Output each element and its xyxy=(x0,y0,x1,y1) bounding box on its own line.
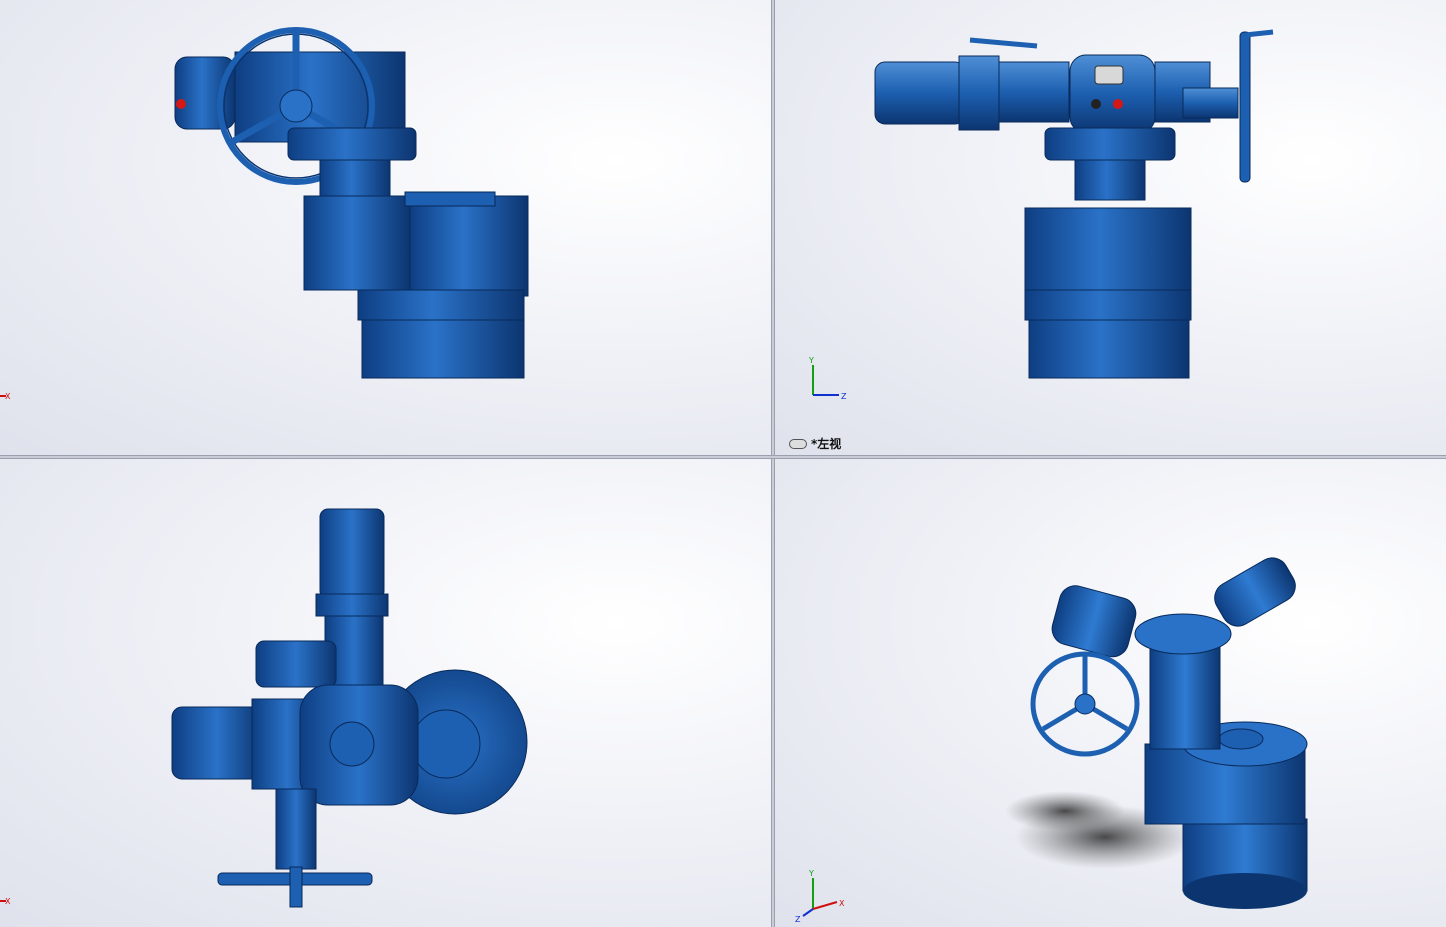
motor-housing xyxy=(319,508,385,600)
lever xyxy=(969,37,1038,49)
axis-x-label: X xyxy=(5,897,11,906)
model-front-view[interactable] xyxy=(0,0,771,455)
handwheel xyxy=(1239,31,1251,183)
axis-x-label: X xyxy=(5,392,11,401)
model-isometric-view[interactable] xyxy=(775,459,1446,927)
model-left-view[interactable] xyxy=(775,0,1446,455)
axis-y-label: Y xyxy=(808,356,814,365)
base-cylinder xyxy=(361,319,525,379)
output-housing xyxy=(1024,207,1192,293)
axis-triad: Y X Z xyxy=(795,869,845,924)
viewport-splitter-horizontal[interactable] xyxy=(0,455,1446,459)
output-housing xyxy=(303,195,411,291)
motor-housing xyxy=(874,61,966,125)
base-cylinder xyxy=(1028,319,1190,379)
axis-z-label: Z xyxy=(795,915,801,924)
axis-y-label: Y xyxy=(808,869,814,878)
viewport-top[interactable]: X xyxy=(0,459,771,927)
view-orientation-label: *左视 xyxy=(789,435,841,452)
axis-z-label: Z xyxy=(841,392,847,401)
motor-housing xyxy=(174,56,236,130)
indicator-light xyxy=(176,99,186,109)
link-view-icon[interactable] xyxy=(789,438,807,449)
viewport-front[interactable]: X xyxy=(0,0,771,455)
indicator-light xyxy=(1113,99,1123,109)
motor-housing xyxy=(1051,585,1137,658)
model-top-view[interactable] xyxy=(0,459,771,927)
axis-triad: Y Z xyxy=(808,356,847,401)
axis-x-label: X xyxy=(839,899,845,908)
viewport-splitter-vertical[interactable] xyxy=(771,0,775,927)
viewport-left[interactable]: Y Z *左视 xyxy=(775,0,1446,455)
viewport-isometric[interactable]: Y X Z xyxy=(775,459,1446,927)
view-name: *左视 xyxy=(811,437,842,451)
